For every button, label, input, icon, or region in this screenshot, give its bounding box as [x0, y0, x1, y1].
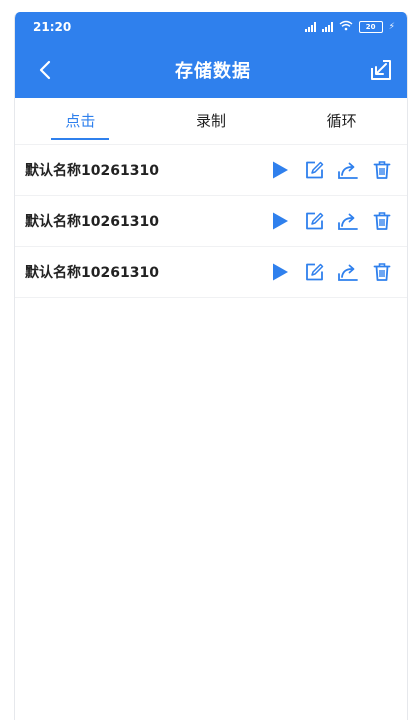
back-icon	[39, 60, 51, 80]
app-bar: 存储数据	[15, 42, 407, 98]
tab-bar: 点击 录制 循环	[15, 98, 407, 145]
list-item: 默认名称10261310	[15, 196, 407, 247]
charging-icon: ⚡	[388, 22, 395, 32]
tab-click[interactable]: 点击	[51, 98, 110, 144]
share-icon	[338, 162, 358, 179]
edit-button[interactable]	[303, 261, 325, 283]
item-actions	[269, 159, 393, 181]
tab-loop[interactable]: 循环	[313, 98, 371, 144]
import-icon	[371, 60, 391, 80]
item-name: 默认名称10261310	[25, 163, 159, 179]
edit-button[interactable]	[303, 159, 325, 181]
saved-data-list: 默认名称10261310 默认名称10261310 默认名称10261310	[15, 145, 407, 298]
edit-icon	[306, 212, 324, 230]
share-icon	[338, 264, 358, 281]
item-actions	[269, 210, 393, 232]
share-button[interactable]	[337, 210, 359, 232]
signal-icon-2	[321, 22, 333, 32]
page-title: 存储数据	[175, 61, 251, 82]
item-name: 默认名称10261310	[25, 214, 159, 230]
delete-button[interactable]	[371, 261, 393, 283]
battery-icon: 20	[358, 21, 383, 33]
item-actions	[269, 261, 393, 283]
delete-icon	[373, 263, 391, 281]
back-button[interactable]	[29, 54, 61, 86]
tab-record[interactable]: 录制	[182, 98, 240, 144]
play-icon	[273, 212, 288, 230]
share-icon	[338, 213, 358, 230]
edit-icon	[306, 263, 324, 281]
status-bar: 21:20 20 ⚡	[15, 12, 407, 42]
signal-icon	[304, 22, 316, 32]
list-item: 默认名称10261310	[15, 145, 407, 196]
play-button[interactable]	[269, 159, 291, 181]
share-button[interactable]	[337, 261, 359, 283]
phone-screen: 21:20 20 ⚡ 存储数据 点击 录制 循环 默认名称10261310 默认…	[14, 12, 408, 720]
delete-icon	[373, 212, 391, 230]
play-icon	[273, 263, 288, 281]
status-icons: 20 ⚡	[304, 20, 395, 34]
edit-icon	[306, 161, 324, 179]
item-name: 默认名称10261310	[25, 265, 159, 281]
share-button[interactable]	[337, 159, 359, 181]
delete-button[interactable]	[371, 210, 393, 232]
wifi-icon	[339, 20, 353, 34]
play-button[interactable]	[269, 210, 291, 232]
edit-button[interactable]	[303, 210, 325, 232]
delete-icon	[373, 161, 391, 179]
import-button[interactable]	[365, 54, 397, 86]
battery-level: 20	[365, 23, 376, 31]
status-time: 21:20	[33, 20, 72, 34]
play-icon	[273, 161, 288, 179]
delete-button[interactable]	[371, 159, 393, 181]
play-button[interactable]	[269, 261, 291, 283]
list-item: 默认名称10261310	[15, 247, 407, 298]
